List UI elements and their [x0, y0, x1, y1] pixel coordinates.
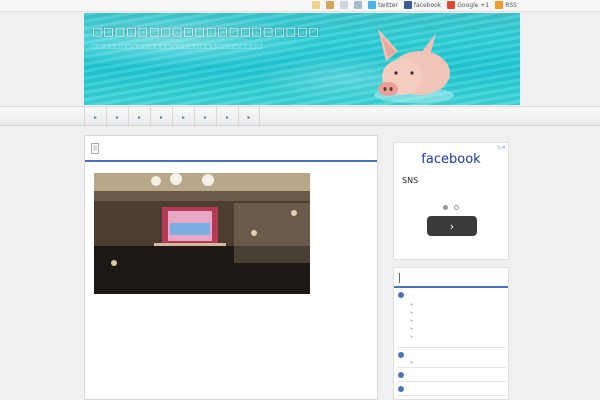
social-links: twitter facebook Google +1 RSS: [312, 1, 517, 9]
facebook-icon: [403, 1, 412, 9]
google-label: Google +1: [457, 1, 490, 9]
widget-header: [394, 268, 508, 288]
widget-header-bar: [399, 273, 400, 283]
nav-items: ▸ ▸ ▸ ▸ ▸ ▸ ▸ ▸: [84, 107, 260, 127]
top-utility-bar: twitter facebook Google +1 RSS: [0, 0, 600, 12]
main-navigation: ▸ ▸ ▸ ▸ ▸ ▸ ▸ ▸: [0, 106, 600, 127]
ad-subtitle: SNS: [402, 176, 419, 185]
nav-item[interactable]: ▸: [172, 107, 194, 127]
category-bullet-icon[interactable]: [398, 292, 404, 298]
facebook-label: facebook: [413, 1, 442, 9]
mail-icon[interactable]: [340, 1, 349, 9]
sidebar: ▷✕ facebook SNS › » » » » » »: [386, 135, 516, 400]
rss-icon: [495, 1, 504, 9]
nav-item[interactable]: ▸: [216, 107, 238, 127]
subcategory-arrow[interactable]: »: [410, 326, 413, 332]
twitter-link[interactable]: twitter: [368, 1, 398, 9]
document-icon: [91, 143, 99, 154]
nav-item[interactable]: ▸: [150, 107, 172, 127]
nav-item[interactable]: ▸: [84, 107, 106, 127]
subcategory-arrow[interactable]: »: [410, 302, 413, 308]
subcategory-arrow[interactable]: »: [410, 334, 413, 340]
twitter-icon: [368, 1, 377, 9]
google-icon: [447, 1, 456, 9]
nav-item[interactable]: ▸: [194, 107, 216, 127]
swimming-pig-image: [374, 29, 454, 103]
theater-stage-photo[interactable]: [94, 173, 310, 294]
subcategory-arrow[interactable]: »: [410, 310, 413, 316]
post-header: [85, 136, 377, 162]
user-icon[interactable]: [326, 1, 335, 9]
site-title[interactable]: □□□□□□□□□□□□□□□□□□□□: [92, 25, 320, 38]
nav-item[interactable]: ▸: [238, 107, 260, 127]
ad-next-button[interactable]: ›: [427, 216, 477, 236]
category-bullet-icon[interactable]: [398, 372, 404, 378]
category-widget: » » » » » »: [393, 267, 509, 400]
header-banner: □□□□□□□□□□□□□□□□□□□□ □□□□□□□□□□□□□□□□□□□…: [84, 13, 520, 105]
category-bullet-icon[interactable]: [398, 386, 404, 392]
print-icon[interactable]: [354, 1, 363, 9]
category-bullet-icon[interactable]: [398, 352, 404, 358]
nav-item[interactable]: ▸: [128, 107, 150, 127]
subcategory-arrow[interactable]: »: [410, 360, 413, 366]
carousel-dot[interactable]: [443, 205, 448, 210]
carousel-dots: [443, 205, 459, 210]
twitter-label: twitter: [378, 1, 398, 9]
site-description: □□□□□□□□□□□□□□□□□□□□□□□□□□□□□□: [92, 43, 263, 50]
ad-close-icon[interactable]: ▷✕: [498, 145, 506, 151]
category-item: [398, 384, 506, 396]
nav-item[interactable]: ▸: [106, 107, 128, 127]
rss-label: RSS: [505, 1, 517, 9]
ad-widget[interactable]: ▷✕ facebook SNS ›: [393, 142, 509, 260]
home-icon[interactable]: [312, 1, 321, 9]
category-group: »: [398, 350, 506, 368]
carousel-dot[interactable]: [454, 205, 459, 210]
facebook-link[interactable]: facebook: [403, 1, 442, 9]
category-group: » » » » »: [398, 292, 506, 348]
rss-link[interactable]: RSS: [495, 1, 517, 9]
google-link[interactable]: Google +1: [447, 1, 489, 9]
category-item: [398, 370, 506, 382]
ad-title[interactable]: facebook: [394, 152, 508, 167]
subcategory-arrow[interactable]: »: [410, 318, 413, 324]
main-content: [84, 135, 378, 400]
